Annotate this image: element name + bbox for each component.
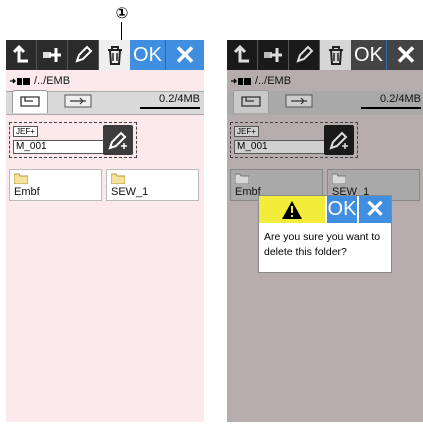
folder-label: SEW_1: [111, 186, 149, 198]
folder-icon: [332, 173, 346, 184]
callout-line: [121, 22, 122, 40]
edit-name-button[interactable]: [103, 125, 133, 155]
rename-button[interactable]: [289, 40, 320, 70]
back-button[interactable]: [6, 40, 37, 70]
folder-path-icon: [231, 77, 251, 85]
warning-icon: [282, 200, 302, 219]
trash-icon: [107, 46, 122, 65]
ok-button[interactable]: OK: [351, 40, 387, 70]
folder-item[interactable]: SEW_1: [106, 169, 199, 201]
delete-button[interactable]: [320, 40, 351, 70]
new-folder-button[interactable]: [37, 40, 68, 70]
warning-header: [259, 196, 325, 223]
pencil-sparkle-icon: [108, 131, 127, 150]
memory-usage: 0.2/4MB: [380, 93, 421, 105]
screen-left: OK ✕ /../EMB 0.2/4MB JEF+ M_001 Embf SEW…: [6, 40, 204, 422]
pencil-sparkle-icon: [329, 131, 348, 150]
source-tabs: 0.2/4MB: [227, 90, 423, 115]
new-folder-icon: [43, 48, 61, 62]
format-tag: JEF+: [13, 126, 38, 137]
folder-icon: [235, 173, 249, 184]
tab-machine-memory[interactable]: [12, 90, 48, 113]
folder-item[interactable]: Embf: [9, 169, 102, 201]
path-text: /../EMB: [34, 75, 71, 87]
source-tabs: 0.2/4MB: [6, 90, 204, 115]
delete-confirm-dialog: OK ✕ Are you sure you want to delete thi…: [258, 195, 392, 273]
pencil-icon: [296, 45, 314, 63]
dialog-message: Are you sure you want to delete this fol…: [264, 231, 381, 258]
file-name-field[interactable]: M_001: [13, 140, 104, 154]
callout-number: ①: [115, 4, 129, 22]
rename-button[interactable]: [68, 40, 99, 70]
delete-button[interactable]: [99, 40, 130, 70]
folder-label: Embf: [14, 186, 40, 198]
edit-name-button[interactable]: [324, 125, 354, 155]
back-arrow-icon: [233, 44, 249, 63]
dialog-ok-button[interactable]: OK: [327, 196, 357, 223]
file-name-box: JEF+ M_001: [230, 122, 358, 158]
toolbar: OK ✕: [227, 40, 423, 70]
tab-machine-memory[interactable]: [233, 90, 269, 113]
breadcrumb: /../EMB: [231, 74, 291, 88]
usb-tab-icon[interactable]: [64, 94, 92, 108]
dialog-cancel-button[interactable]: ✕: [359, 196, 391, 223]
new-folder-icon: [264, 48, 282, 62]
usb-tab-icon[interactable]: [285, 94, 313, 108]
pencil-icon: [75, 45, 93, 63]
trash-icon: [328, 46, 343, 65]
new-folder-button[interactable]: [258, 40, 289, 70]
breadcrumb: /../EMB: [10, 74, 70, 88]
format-tag: JEF+: [234, 126, 259, 137]
back-arrow-icon: [12, 44, 28, 63]
memory-usage: 0.2/4MB: [159, 93, 200, 105]
toolbar: OK ✕: [6, 40, 204, 70]
folder-label: Embf: [235, 186, 261, 198]
ok-button[interactable]: OK: [130, 40, 166, 70]
memory-bar: [140, 107, 200, 109]
folder-icon: [14, 173, 28, 184]
file-name-field[interactable]: M_001: [234, 140, 325, 154]
cancel-button[interactable]: ✕: [166, 40, 204, 70]
path-text: /../EMB: [255, 75, 292, 87]
cancel-button[interactable]: ✕: [387, 40, 423, 70]
sewing-machine-icon: [20, 96, 40, 107]
folder-path-icon: [10, 77, 30, 85]
folder-icon: [111, 173, 125, 184]
memory-bar: [361, 107, 421, 109]
sewing-machine-icon: [241, 96, 261, 107]
file-name-box: JEF+ M_001: [9, 122, 137, 158]
back-button[interactable]: [227, 40, 258, 70]
